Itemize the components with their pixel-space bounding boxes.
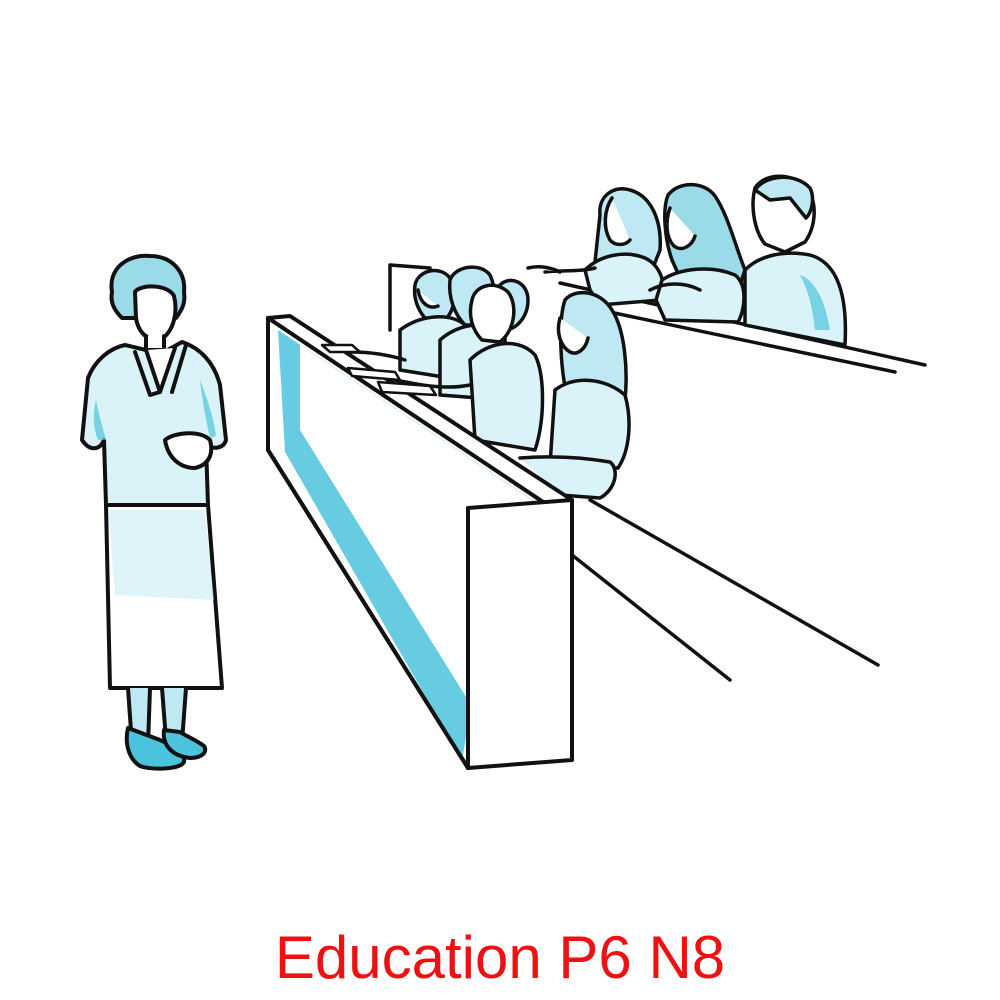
teacher-figure [80,253,228,771]
back-student-2 [648,182,747,324]
caption-label: Education P6 N8 [274,924,726,991]
back-student-1 [526,187,665,307]
teacher-face [133,284,178,343]
back-student-3 [743,174,848,347]
lecture-hall-illustration [80,174,927,771]
